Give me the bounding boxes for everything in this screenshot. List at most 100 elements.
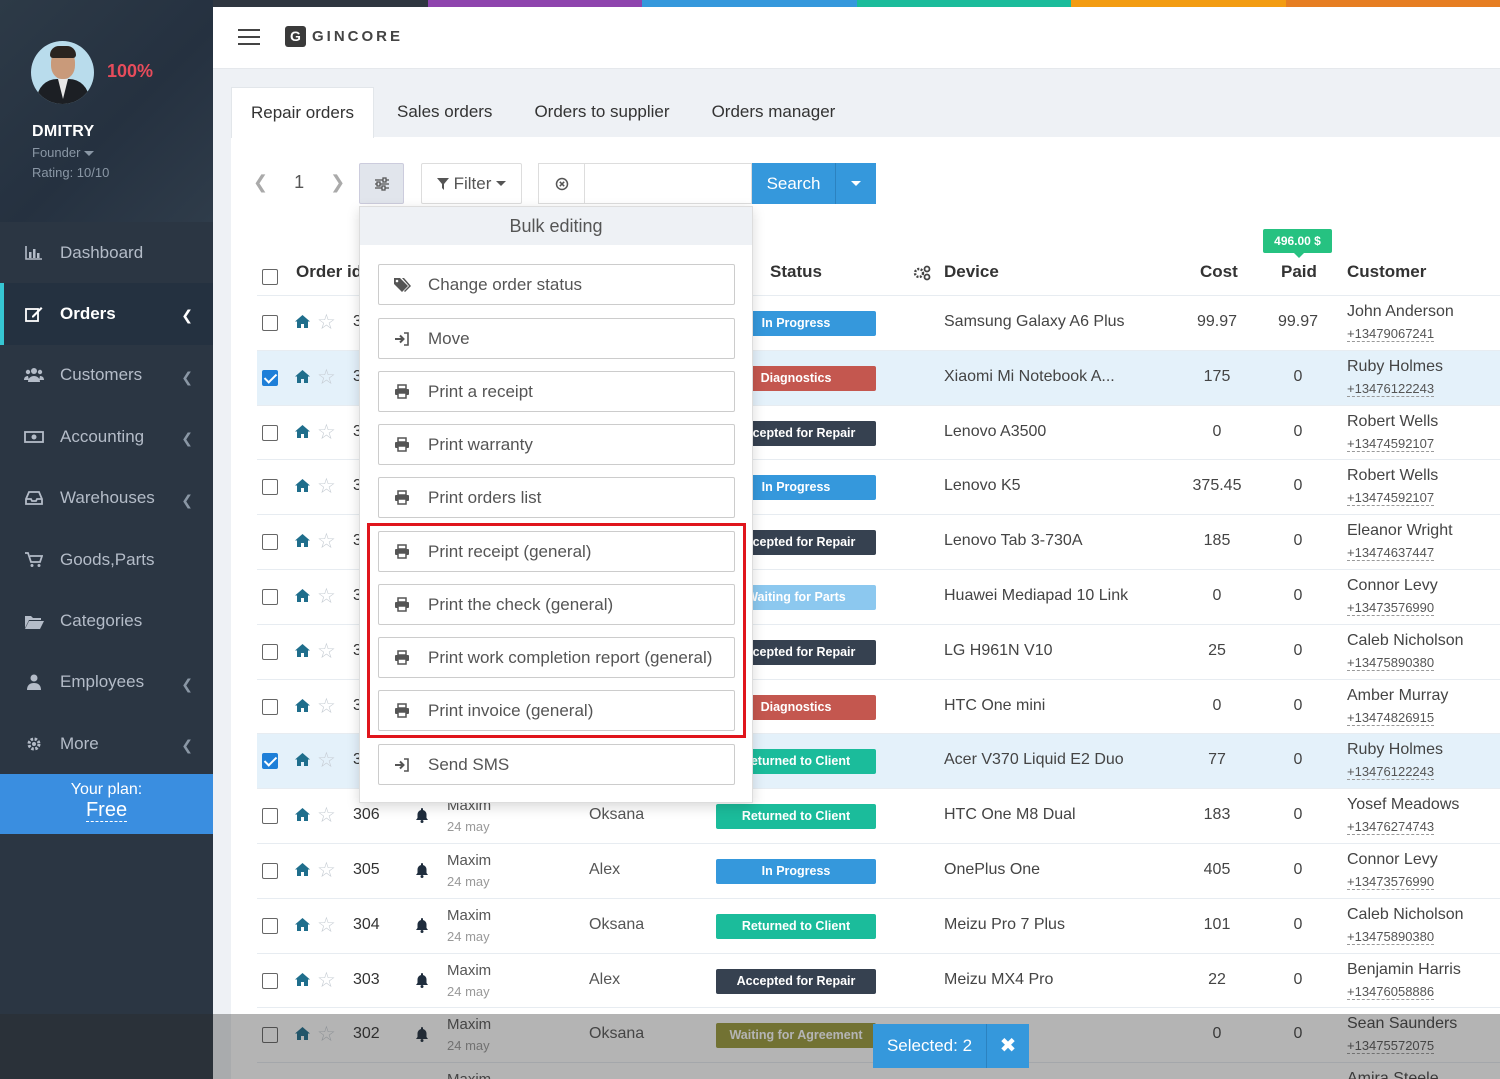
select-all-checkbox[interactable] xyxy=(262,269,278,285)
bulk-action-print-warranty[interactable]: Print warranty xyxy=(378,424,735,465)
star-icon[interactable]: ☆ xyxy=(317,913,336,938)
header-status[interactable]: Status xyxy=(770,262,822,282)
row-checkbox[interactable] xyxy=(262,643,278,660)
customer-name[interactable]: Robert Wells xyxy=(1347,467,1438,485)
table-row[interactable]: ☆ 304 Maxim 24 may Oksana Returned to Client M… xyxy=(257,897,1500,953)
sidebar-item-categories[interactable]: Categories xyxy=(0,590,213,651)
row-checkbox[interactable] xyxy=(262,369,278,386)
customer-phone[interactable]: +13475890380 xyxy=(1347,929,1435,945)
clear-search-icon[interactable] xyxy=(538,163,584,204)
row-checkbox[interactable] xyxy=(262,315,278,331)
bulk-action-change-order-status[interactable]: Change order status xyxy=(378,264,735,305)
bulk-action-print-orders-list[interactable]: Print orders list xyxy=(378,477,735,518)
row-checkbox[interactable] xyxy=(262,589,278,605)
customer-phone[interactable]: +13473576990 xyxy=(1347,600,1435,616)
customer-phone[interactable]: +13476058886 xyxy=(1347,984,1435,1000)
logo[interactable]: G GINCORE xyxy=(285,26,403,47)
order-id[interactable]: 306 xyxy=(353,806,380,824)
bulk-settings-button[interactable] xyxy=(359,163,404,204)
row-checkbox[interactable] xyxy=(262,863,278,879)
sidebar-item-customers[interactable]: Customers ❮ xyxy=(0,345,213,406)
star-icon[interactable]: ☆ xyxy=(317,968,336,993)
customer-phone[interactable]: +13474826915 xyxy=(1347,710,1435,726)
star-icon[interactable]: ☆ xyxy=(317,858,336,883)
customer-phone[interactable]: +13474592107 xyxy=(1347,490,1435,507)
star-icon[interactable]: ☆ xyxy=(317,584,336,609)
column-settings-icon[interactable] xyxy=(913,265,931,286)
customer-phone[interactable]: +13475890380 xyxy=(1347,655,1435,671)
bell-icon[interactable] xyxy=(415,808,429,828)
tab-orders-manager[interactable]: Orders manager xyxy=(693,87,855,138)
tab-repair-orders[interactable]: Repair orders xyxy=(231,87,374,138)
customer-phone[interactable]: +13476274743 xyxy=(1347,819,1435,836)
user-role-dropdown[interactable]: Founder xyxy=(32,145,95,160)
customer-name[interactable]: Ruby Holmes xyxy=(1347,741,1443,759)
order-id[interactable]: 304 xyxy=(353,916,380,934)
customer-name[interactable]: Connor Levy xyxy=(1347,851,1438,869)
tab-orders-to-supplier[interactable]: Orders to supplier xyxy=(515,87,688,138)
row-checkbox[interactable] xyxy=(262,479,278,496)
row-checkbox[interactable] xyxy=(262,972,278,989)
star-icon[interactable]: ☆ xyxy=(317,694,336,719)
sidebar-item-more[interactable]: More ❮ xyxy=(0,713,213,774)
row-checkbox[interactable] xyxy=(262,917,278,934)
filter-button[interactable]: Filter xyxy=(421,163,522,204)
customer-name[interactable]: Yosef Meadows xyxy=(1347,796,1459,814)
star-icon[interactable]: ☆ xyxy=(317,748,336,773)
sidebar-item-employees[interactable]: Employees ❮ xyxy=(0,652,213,713)
status-badge[interactable]: Returned to Client xyxy=(716,804,876,830)
search-button[interactable]: Search xyxy=(752,163,835,204)
bell-icon[interactable] xyxy=(415,972,429,993)
tab-sales-orders[interactable]: Sales orders xyxy=(378,87,511,138)
customer-phone[interactable]: +13479067241 xyxy=(1347,326,1435,342)
row-checkbox[interactable] xyxy=(262,808,278,825)
search-input[interactable] xyxy=(584,163,752,204)
star-icon[interactable]: ☆ xyxy=(317,310,336,335)
customer-phone[interactable]: +13473576990 xyxy=(1347,874,1435,890)
row-checkbox[interactable] xyxy=(262,698,278,715)
customer-phone[interactable]: +13474592107 xyxy=(1347,436,1435,452)
customer-name[interactable]: Benjamin Harris xyxy=(1347,961,1461,979)
plan-value[interactable]: Free xyxy=(85,799,128,822)
bulk-action-move[interactable]: Move xyxy=(378,318,735,359)
customer-phone[interactable]: +13476122243 xyxy=(1347,381,1435,397)
header-device[interactable]: Device xyxy=(944,262,999,282)
sidebar-item-dashboard[interactable]: Dashboard xyxy=(0,222,213,283)
star-icon[interactable]: ☆ xyxy=(317,365,336,390)
table-row[interactable]: ☆ 303 Maxim 24 may Alex Accepted for Repair Me… xyxy=(257,952,1500,1008)
plan-box[interactable]: Your plan: Free xyxy=(0,774,213,834)
star-icon[interactable]: ☆ xyxy=(317,420,336,445)
sidebar-item-orders[interactable]: Orders ❮ xyxy=(0,283,213,345)
star-icon[interactable]: ☆ xyxy=(317,639,336,664)
sidebar-item-goods-parts[interactable]: Goods,Parts xyxy=(0,529,213,590)
order-id[interactable]: 305 xyxy=(353,861,380,879)
customer-name[interactable]: Eleanor Wright xyxy=(1347,522,1453,540)
search-options-button[interactable] xyxy=(835,163,876,204)
customer-name[interactable]: John Anderson xyxy=(1347,303,1454,321)
customer-phone[interactable]: +13474637447 xyxy=(1347,545,1435,562)
sidebar-item-warehouses[interactable]: Warehouses ❮ xyxy=(0,468,213,529)
bulk-action-send-sms[interactable]: Send SMS xyxy=(378,744,735,785)
row-checkbox[interactable] xyxy=(262,424,278,441)
customer-name[interactable]: Ruby Holmes xyxy=(1347,358,1443,376)
order-id[interactable]: 303 xyxy=(353,971,380,989)
clear-selection-icon[interactable]: ✖ xyxy=(986,1024,1029,1068)
sidebar-item-accounting[interactable]: Accounting ❮ xyxy=(0,406,213,467)
header-cost[interactable]: Cost xyxy=(1200,262,1238,282)
bulk-action-print-a-receipt[interactable]: Print a receipt xyxy=(378,371,735,412)
bell-icon[interactable] xyxy=(415,863,429,883)
customer-name[interactable]: Robert Wells xyxy=(1347,413,1438,431)
bell-icon[interactable] xyxy=(415,917,429,938)
star-icon[interactable]: ☆ xyxy=(317,803,336,828)
customer-name[interactable]: Caleb Nicholson xyxy=(1347,632,1464,650)
prev-page-icon[interactable]: ❮ xyxy=(253,172,268,193)
row-checkbox[interactable] xyxy=(262,753,278,770)
row-checkbox[interactable] xyxy=(262,534,278,551)
header-paid[interactable]: Paid xyxy=(1281,262,1317,282)
page-number[interactable]: 1 xyxy=(294,172,304,193)
status-badge[interactable]: Returned to Client xyxy=(716,913,876,939)
next-page-icon[interactable]: ❯ xyxy=(330,172,345,193)
customer-name[interactable]: Amber Murray xyxy=(1347,687,1448,705)
star-icon[interactable]: ☆ xyxy=(317,529,336,554)
customer-phone[interactable]: +13476122243 xyxy=(1347,764,1435,781)
